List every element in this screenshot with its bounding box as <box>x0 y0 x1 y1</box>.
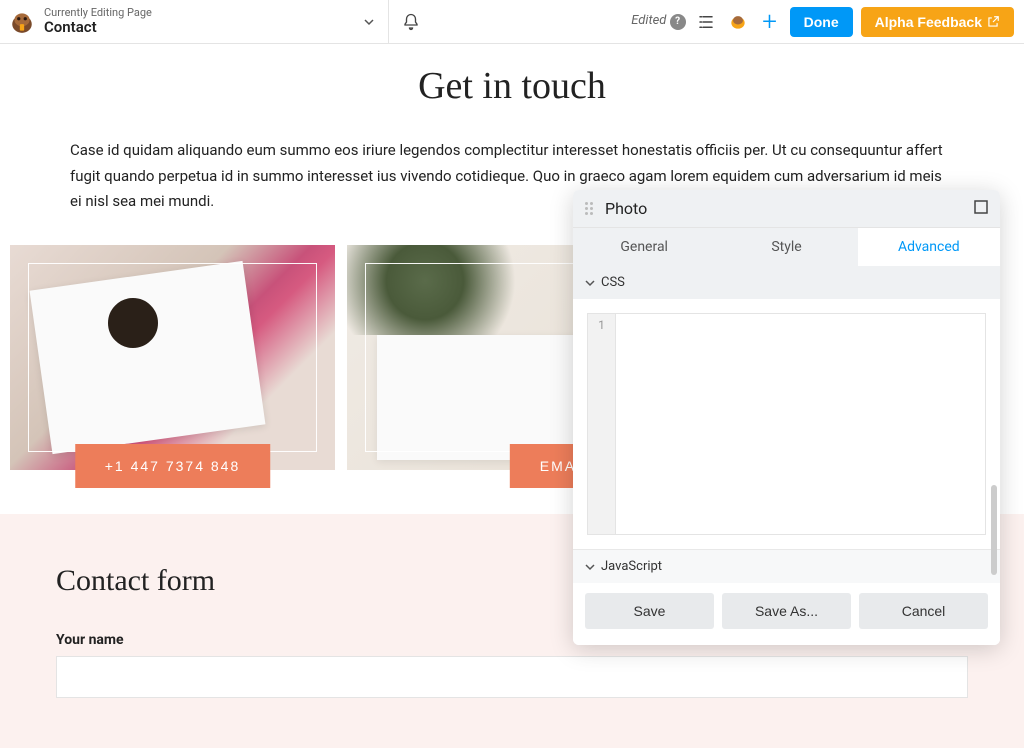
save-as-button[interactable]: Save As... <box>722 593 851 629</box>
js-section-header[interactable]: JavaScript <box>573 550 1000 583</box>
name-input[interactable] <box>56 656 968 698</box>
scrollbar-thumb[interactable] <box>991 485 997 575</box>
expand-icon[interactable] <box>974 199 988 218</box>
phone-card[interactable]: +1 447 7374 848 <box>10 245 335 470</box>
editor-topbar: Currently Editing Page Contact Edited ? … <box>0 0 1024 44</box>
panel-tabs: General Style Advanced <box>573 228 1000 266</box>
line-number: 1 <box>588 318 615 332</box>
phone-button[interactable]: +1 447 7374 848 <box>75 444 271 488</box>
css-code-editor[interactable]: 1 <box>573 299 1000 549</box>
outline-icon[interactable] <box>694 10 718 34</box>
tab-advanced[interactable]: Advanced <box>858 228 1000 266</box>
page-title: Contact <box>44 19 152 36</box>
page-info: Currently Editing Page Contact <box>44 7 152 36</box>
module-settings-panel: Photo General Style Advanced CSS 1 JavaS… <box>573 190 1000 645</box>
drag-handle-icon[interactable] <box>585 201 595 217</box>
cancel-button[interactable]: Cancel <box>859 593 988 629</box>
page-switch-dropdown[interactable] <box>350 17 388 27</box>
help-icon[interactable]: ? <box>670 14 686 30</box>
css-section: CSS 1 <box>573 266 1000 550</box>
beaver-small-icon[interactable] <box>726 10 750 34</box>
page-heading[interactable]: Get in touch <box>0 64 1024 108</box>
panel-footer: Save Save As... Cancel <box>573 583 1000 645</box>
save-button[interactable]: Save <box>585 593 714 629</box>
add-content-button[interactable]: + <box>758 10 782 34</box>
alpha-feedback-button[interactable]: Alpha Feedback <box>861 7 1014 37</box>
line-gutter: 1 <box>587 313 615 535</box>
panel-title: Photo <box>605 199 647 218</box>
tab-general[interactable]: General <box>573 228 715 266</box>
css-editor-input[interactable] <box>615 313 986 535</box>
tab-style[interactable]: Style <box>715 228 857 266</box>
external-link-icon <box>986 15 1000 29</box>
notifications-button[interactable] <box>389 13 433 31</box>
phone-card-image <box>10 245 335 470</box>
edited-status: Edited ? <box>631 13 685 30</box>
css-section-header[interactable]: CSS <box>573 266 1000 299</box>
app-logo <box>6 6 38 38</box>
done-button[interactable]: Done <box>790 7 853 37</box>
panel-header[interactable]: Photo <box>573 190 1000 228</box>
